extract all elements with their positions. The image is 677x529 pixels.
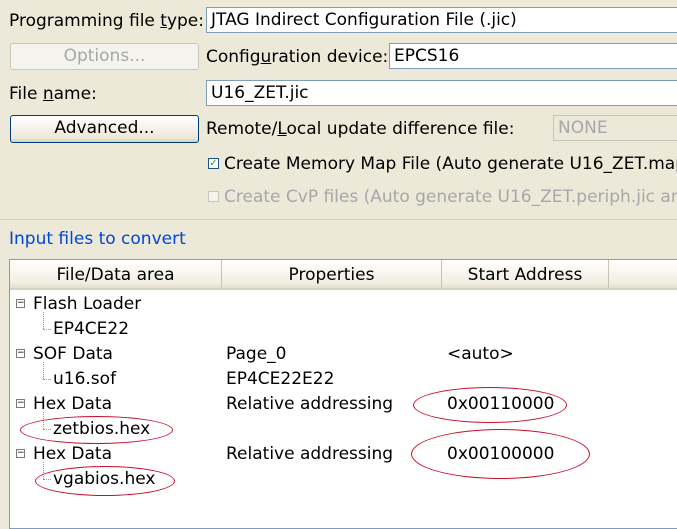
input-files-title: Input files to convert (9, 229, 186, 249)
table-row-name[interactable]: Hex Data (33, 443, 112, 465)
annotation-ellipse (413, 387, 567, 423)
programming-file-type-label: Programming file type: (9, 11, 204, 31)
create-memory-map-label: Create Memory Map File (Auto generate U1… (224, 154, 677, 174)
column-header-file-label: File/Data area (56, 265, 175, 285)
options-button-label: Options... (63, 46, 146, 66)
options-button[interactable]: Options... (10, 43, 199, 70)
table-cell-properties[interactable]: Relative addressing (226, 393, 393, 415)
minus-box-icon[interactable]: − (16, 399, 25, 408)
remote-local-label: Remote/Local update difference file: (206, 119, 515, 139)
tree-line (43, 329, 51, 330)
column-header-start-address[interactable]: Start Address (442, 260, 609, 290)
column-header-empty (609, 260, 677, 290)
column-header-file[interactable]: File/Data area (10, 260, 222, 290)
table-row-name[interactable]: Flash Loader (33, 293, 141, 315)
minus-box-icon[interactable]: − (16, 449, 25, 458)
table-cell-properties[interactable]: Page_0 (226, 343, 286, 365)
minus-box-icon[interactable]: − (16, 349, 25, 358)
table-row-name[interactable]: SOF Data (33, 343, 113, 365)
configuration-device-select[interactable]: EPCS16 (389, 43, 677, 69)
column-header-start-address-label: Start Address (467, 265, 583, 285)
create-cvp-label: Create CvP files (Auto generate U16_ZET.… (224, 187, 677, 207)
column-header-properties[interactable]: Properties (222, 260, 442, 290)
remote-local-select[interactable]: NONE (553, 115, 677, 141)
annotation-ellipse (35, 466, 175, 496)
check-icon: ✓ (209, 158, 218, 169)
column-header-properties-label: Properties (288, 265, 375, 285)
table-row-name[interactable]: EP4CE22 (53, 318, 129, 340)
annotation-ellipse (411, 429, 590, 479)
programming-file-type-select[interactable]: JTAG Indirect Configuration File (.jic) (206, 7, 677, 33)
create-memory-map-checkbox[interactable]: ✓ (208, 158, 219, 169)
table-cell-start-address[interactable]: <auto> (447, 343, 514, 365)
advanced-button-label: Advanced... (54, 118, 155, 138)
separator (0, 219, 677, 220)
file-name-input[interactable]: U16_ZET.jic (206, 80, 677, 106)
table-cell-properties[interactable]: Relative addressing (226, 443, 393, 465)
create-cvp-checkbox[interactable] (208, 191, 219, 202)
table-row-name[interactable]: Hex Data (33, 393, 112, 415)
annotation-ellipse (20, 416, 173, 444)
advanced-button[interactable]: Advanced... (10, 115, 199, 143)
table-row-name[interactable]: u16.sof (53, 368, 116, 390)
configuration-device-label: Configuration device: (206, 47, 389, 67)
file-name-label: File name: (9, 84, 97, 104)
tree-line (43, 379, 51, 380)
table-cell-properties[interactable]: EP4CE22E22 (226, 368, 334, 390)
minus-box-icon[interactable]: − (16, 299, 25, 308)
